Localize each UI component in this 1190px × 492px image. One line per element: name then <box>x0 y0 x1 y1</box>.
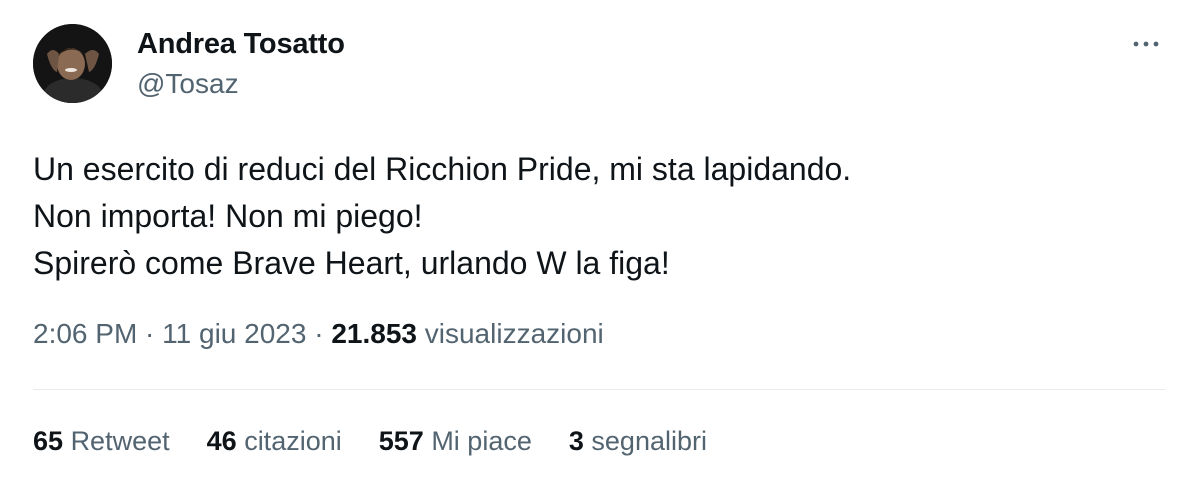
tweet-meta: 2:06 PM · 11 giu 2023 · 21.853 visualizz… <box>33 318 604 350</box>
stat-label: citazioni <box>244 426 342 456</box>
more-button[interactable] <box>1128 30 1164 58</box>
stat-label: segnalibri <box>591 426 707 456</box>
stat-quotes[interactable]: 46 citazioni <box>207 426 342 457</box>
stat-count: 3 <box>568 426 584 456</box>
tweet-line: Un esercito di reduci del Ricchion Pride… <box>33 151 852 187</box>
author-handle[interactable]: @Tosaz <box>137 68 239 100</box>
stat-count: 65 <box>33 426 64 456</box>
stat-count: 46 <box>206 426 237 456</box>
stat-count: 557 <box>378 426 424 456</box>
tweet-line: Spirerò come Brave Heart, urlando W la f… <box>33 245 670 281</box>
tweet-card: Andrea Tosatto @Tosaz Un esercito di red… <box>0 0 1190 492</box>
tweet-stats: 65 Retweet 46 citazioni 557 Mi piace 3 s… <box>33 426 744 457</box>
meta-separator: · <box>306 318 332 349</box>
stat-likes[interactable]: 557 Mi piace <box>379 426 532 457</box>
views-label: visualizzazioni <box>424 318 604 349</box>
divider <box>33 389 1165 390</box>
stat-bookmarks[interactable]: 3 segnalibri <box>569 426 707 457</box>
tweet-time[interactable]: 2:06 PM <box>33 318 137 349</box>
stat-retweets[interactable]: 65 Retweet <box>33 426 170 457</box>
avatar[interactable] <box>33 24 112 103</box>
stat-label: Retweet <box>70 426 170 456</box>
tweet-text: Un esercito di reduci del Ricchion Pride… <box>33 146 1153 287</box>
tweet-date[interactable]: 11 giu 2023 <box>162 318 306 349</box>
author-display-name[interactable]: Andrea Tosatto <box>137 28 345 61</box>
avatar-image <box>33 24 112 103</box>
stat-label: Mi piace <box>431 426 532 456</box>
meta-separator: · <box>137 318 163 349</box>
tweet-line: Non importa! Non mi piego! <box>33 198 423 234</box>
more-horizontal-icon <box>1133 41 1159 47</box>
views-count: 21.853 <box>331 318 417 349</box>
